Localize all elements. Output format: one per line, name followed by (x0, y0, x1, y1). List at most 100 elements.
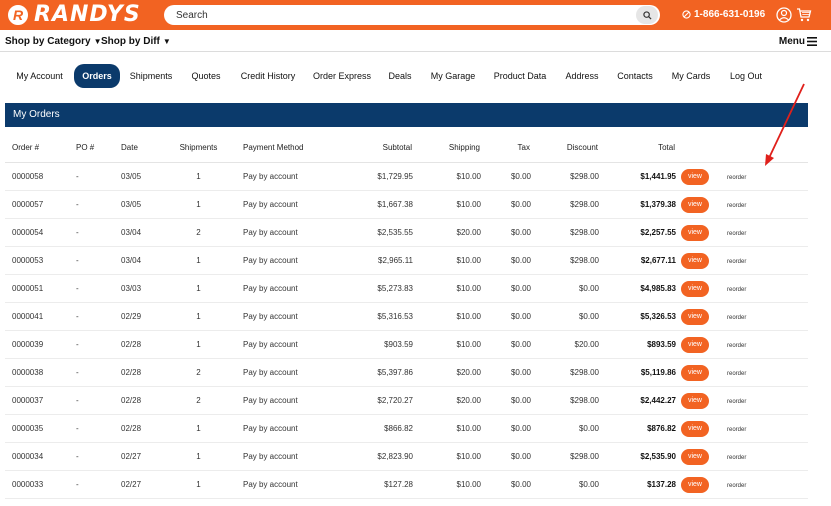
col-date: Date (114, 132, 161, 163)
menu-icon[interactable] (807, 37, 817, 46)
reorder-link[interactable]: reorder (727, 259, 746, 265)
view-order-button[interactable]: view (681, 420, 709, 437)
cell-order: 0000037 (5, 386, 69, 415)
cell-view: view (676, 274, 714, 303)
tab-address[interactable]: Address (561, 64, 603, 88)
cell-po: - (69, 386, 114, 415)
view-order-button[interactable]: view (681, 224, 709, 241)
view-order-button[interactable]: view (681, 280, 709, 297)
reorder-link[interactable]: reorder (727, 175, 746, 181)
tab-contacts[interactable]: Contacts (614, 64, 656, 88)
caret-down-icon: ▼ (162, 37, 171, 46)
cell-payment: Pay by account (236, 386, 341, 415)
table-row: 0000034-02/27 1 Pay by account $2,823.90 $10… (5, 442, 808, 471)
search-bar (164, 5, 660, 25)
search-icon (642, 10, 652, 20)
cell-order: 0000051 (5, 274, 69, 303)
reorder-link[interactable]: reorder (727, 315, 746, 321)
tab-my-garage[interactable]: My Garage (428, 64, 478, 88)
tab-my-account[interactable]: My Account (12, 64, 67, 88)
view-order-button[interactable]: view (681, 476, 709, 493)
cell-total: $1,441.95 (599, 162, 676, 191)
table-row: 0000054-03/04 2 Pay by account $2,535.55 $20… (5, 218, 808, 247)
tab-product-data[interactable]: Product Data (491, 64, 549, 88)
reorder-link[interactable]: reorder (727, 343, 746, 349)
view-order-button[interactable]: view (681, 364, 709, 381)
view-order-button[interactable]: view (681, 336, 709, 353)
reorder-link[interactable]: reorder (727, 203, 746, 209)
view-order-button[interactable]: view (681, 308, 709, 325)
randys-logo[interactable]: R RANDYS (8, 4, 141, 26)
orders-table: Order # PO # Date Shipments Payment Meth… (5, 132, 808, 499)
reorder-link[interactable]: reorder (727, 399, 746, 405)
view-order-button[interactable]: view (681, 252, 709, 269)
cell-shipments: 1 (161, 302, 236, 331)
cell-tax: $0.00 (481, 246, 531, 275)
cell-view: view (676, 442, 714, 471)
cell-order: 0000041 (5, 302, 69, 331)
view-order-button[interactable]: view (681, 196, 709, 213)
cell-shipments: 1 (161, 414, 236, 443)
cell-subtotal: $127.28 (341, 470, 413, 499)
tab-order-express[interactable]: Order Express (310, 64, 374, 88)
view-order-button[interactable]: view (681, 392, 709, 409)
top-bar: R RANDYS 1-866-631-0196 (0, 0, 831, 30)
view-order-button[interactable]: view (681, 168, 709, 185)
cell-date: 03/04 (114, 218, 161, 247)
cell-shipments: 1 (161, 442, 236, 471)
cell-po: - (69, 442, 114, 471)
tab-deals[interactable]: Deals (383, 64, 417, 88)
cell-shipping: $10.00 (413, 414, 481, 443)
cell-total: $4,985.83 (599, 274, 676, 303)
col-total: Total (599, 132, 676, 163)
reorder-link[interactable]: reorder (727, 483, 746, 489)
cell-discount: $298.00 (531, 190, 599, 219)
cell-order: 0000058 (5, 162, 69, 191)
cell-reorder: reorder (714, 386, 808, 415)
cell-po: - (69, 162, 114, 191)
shop-by-diff-menu[interactable]: Shop by Diff ▼ (101, 36, 171, 47)
table-row: 0000035-02/28 1 Pay by account $866.82 $10.0… (5, 414, 808, 443)
user-icon[interactable] (776, 7, 792, 23)
cell-discount: $298.00 (531, 246, 599, 275)
view-order-button[interactable]: view (681, 448, 709, 465)
tab-quotes[interactable]: Quotes (187, 64, 225, 88)
cell-view: view (676, 190, 714, 219)
cell-reorder: reorder (714, 190, 808, 219)
my-orders-header: My Orders (5, 103, 808, 127)
reorder-link[interactable]: reorder (727, 455, 746, 461)
cart-icon[interactable] (796, 7, 812, 23)
shop-by-category-menu[interactable]: Shop by Category ▼ (5, 36, 102, 47)
cell-total: $5,326.53 (599, 302, 676, 331)
reorder-link[interactable]: reorder (727, 371, 746, 377)
cell-date: 02/28 (114, 358, 161, 387)
table-row: 0000039-02/28 1 Pay by account $903.59 $10.0… (5, 330, 808, 359)
cell-tax: $0.00 (481, 358, 531, 387)
search-input[interactable] (174, 8, 618, 22)
tab-shipments[interactable]: Shipments (126, 64, 176, 88)
cell-subtotal: $1,667.38 (341, 190, 413, 219)
cell-payment: Pay by account (236, 190, 341, 219)
tab-credit-history[interactable]: Credit History (236, 64, 300, 88)
search-button[interactable] (636, 6, 658, 24)
tab-orders[interactable]: Orders (74, 64, 120, 88)
cell-date: 03/05 (114, 190, 161, 219)
reorder-link[interactable]: reorder (727, 231, 746, 237)
logo-text: RANDYS (34, 2, 141, 27)
phone-link[interactable]: 1-866-631-0196 (682, 9, 765, 20)
cell-view: view (676, 330, 714, 359)
cell-reorder: reorder (714, 358, 808, 387)
cell-subtotal: $5,316.53 (341, 302, 413, 331)
cell-view: view (676, 302, 714, 331)
red-arrow-annotation (765, 83, 805, 166)
cell-subtotal: $5,273.83 (341, 274, 413, 303)
cell-subtotal: $2,823.90 (341, 442, 413, 471)
cell-shipping: $10.00 (413, 302, 481, 331)
reorder-link[interactable]: reorder (727, 427, 746, 433)
menu-button[interactable]: Menu (779, 36, 805, 47)
cell-reorder: reorder (714, 442, 808, 471)
tab-my-cards[interactable]: My Cards (668, 64, 714, 88)
cell-total: $2,677.11 (599, 246, 676, 275)
reorder-link[interactable]: reorder (727, 287, 746, 293)
orders-body: 0000058-03/05 1 Pay by account $1,729.95 $10… (5, 162, 808, 499)
